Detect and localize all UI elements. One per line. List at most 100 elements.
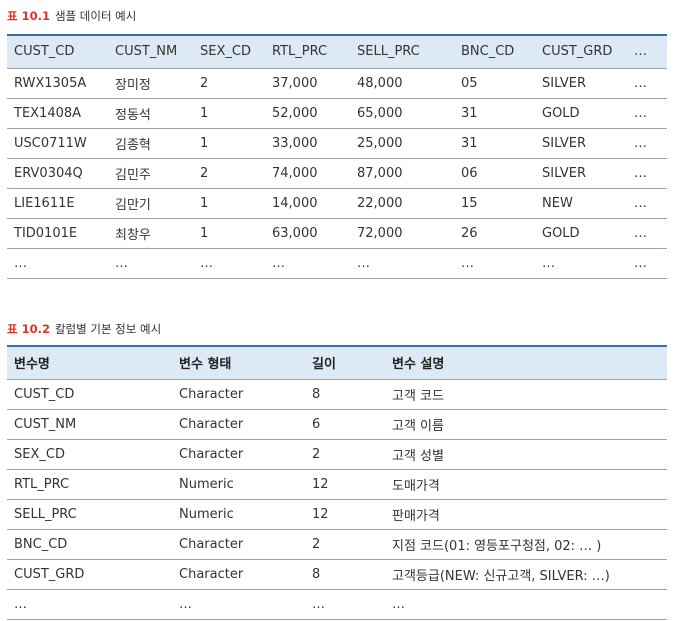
table-row: CUST_GRD Character 8 고객등급(NEW: 신규고객, SILVER…: [7, 559, 667, 589]
table-cell: …: [634, 255, 647, 271]
table-cell: …: [14, 596, 27, 612]
table-caption-1: 표 10.1 샘플 데이터 예시: [7, 8, 136, 24]
table-cell: CUST_NM: [14, 416, 77, 432]
caption-text: 칼럼별 기본 정보 예시: [54, 322, 162, 336]
table-cell: …: [634, 195, 647, 211]
table-cell: 고객 이름: [392, 418, 444, 434]
header-row: 변수명 변수 형태 길이 변수 설명: [7, 346, 667, 379]
table-cell: 87,000: [357, 165, 403, 181]
caption-number: 표 10.2: [7, 322, 50, 336]
column-header: CUST_NM: [115, 44, 178, 60]
table-cell: RWX1305A: [14, 75, 87, 91]
table-cell: 72,000: [357, 225, 403, 241]
table-cell: TID0101E: [14, 225, 78, 241]
table-cell: Character: [179, 566, 244, 582]
table-row: ……………………: [7, 248, 667, 278]
column-header: CUST_GRD: [542, 44, 613, 60]
table-cell: TEX1408A: [14, 105, 82, 121]
table-row: SEX_CD Character 2 고객 성별: [7, 439, 667, 469]
table-cell: Character: [179, 536, 244, 552]
column-info-table: 변수명 변수 형태 길이 변수 설명 CUST_CD Character 8 고객 코드 CU…: [7, 345, 667, 620]
table-cell: CUST_CD: [14, 386, 75, 402]
column-header: 변수 설명: [392, 357, 445, 373]
table-cell: 김종혁: [115, 137, 151, 153]
column-header: SELL_PRC: [357, 44, 420, 60]
table-cell: SEX_CD: [14, 446, 65, 462]
table-cell: 정동석: [115, 107, 151, 123]
table-cell: 31: [461, 135, 478, 151]
table-cell: 12: [312, 506, 329, 522]
column-header: SEX_CD: [200, 44, 251, 60]
table-row: CUST_NM Character 6 고객 이름: [7, 409, 667, 439]
table-row: RWX1305A 장미정 2 37,000 48,000 05 SILVER…: [7, 68, 667, 98]
table-cell: 1: [200, 195, 209, 211]
table-cell: 도매가격: [392, 478, 440, 494]
table-cell: USC0711W: [14, 135, 87, 151]
table-cell: …: [312, 596, 325, 612]
table-cell: 고객등급(NEW: 신규고객, SILVER: …): [392, 568, 610, 584]
table-cell: 1: [200, 135, 209, 151]
table-cell: 2: [312, 536, 321, 552]
table-cell: CUST_GRD: [14, 566, 85, 582]
table-cell: …: [357, 255, 370, 271]
table-cell: 김만기: [115, 197, 151, 213]
table-cell: 26: [461, 225, 478, 241]
table-row: TID0101E 최창우 1 63,000 72,000 26 GOLD…: [7, 218, 667, 248]
table-cell: 최창우: [115, 227, 151, 243]
table-cell: 8: [312, 566, 321, 582]
table-cell: 33,000: [272, 135, 318, 151]
table-cell: …: [634, 105, 647, 121]
table-cell: BNC_CD: [14, 536, 68, 552]
table-cell: 고객 성별: [392, 448, 444, 464]
table-cell: ERV0304Q: [14, 165, 83, 181]
header-row: CUST_CD CUST_NM SEX_CD RTL_PRC SELL_PRC BNC_C…: [7, 35, 667, 68]
column-header: RTL_PRC: [272, 44, 328, 60]
table-row: LIE1611E 김만기 1 14,000 22,000 15 NEW…: [7, 188, 667, 218]
table-cell: Numeric: [179, 476, 234, 492]
table-cell: 2: [312, 446, 321, 462]
table-cell: …: [634, 135, 647, 151]
table-cell: …: [115, 255, 128, 271]
table-cell: 1: [200, 105, 209, 121]
table-cell: Character: [179, 416, 244, 432]
table-cell: …: [634, 75, 647, 91]
table-cell: 25,000: [357, 135, 403, 151]
table-row: SELL_PRC Numeric 12 판매가격: [7, 499, 667, 529]
table-cell: 2: [200, 75, 209, 91]
table-cell: Character: [179, 446, 244, 462]
table-cell: …: [634, 225, 647, 241]
table-cell: …: [634, 165, 647, 181]
column-header: BNC_CD: [461, 44, 515, 60]
table-cell: SILVER: [542, 75, 587, 91]
table-cell: 63,000: [272, 225, 318, 241]
column-header: 길이: [312, 357, 336, 373]
table-row: ERV0304Q 김민주 2 74,000 87,000 06 SILVER…: [7, 158, 667, 188]
table-cell: 고객 코드: [392, 388, 444, 404]
column-header: CUST_CD: [14, 44, 75, 60]
table-cell: Character: [179, 386, 244, 402]
column-header: …: [634, 44, 647, 60]
table-cell: 12: [312, 476, 329, 492]
table-cell: NEW: [542, 195, 573, 211]
table-cell: Numeric: [179, 506, 234, 522]
table-cell: SELL_PRC: [14, 506, 77, 522]
table-cell: 05: [461, 75, 478, 91]
table-cell: 74,000: [272, 165, 318, 181]
table-cell: 14,000: [272, 195, 318, 211]
table-cell: GOLD: [542, 105, 580, 121]
table-cell: 6: [312, 416, 321, 432]
table-cell: SILVER: [542, 165, 587, 181]
table-cell: …: [14, 255, 27, 271]
table-row: CUST_CD Character 8 고객 코드: [7, 379, 667, 409]
table-cell: 2: [200, 165, 209, 181]
table-cell: GOLD: [542, 225, 580, 241]
column-header: 변수 형태: [179, 357, 232, 373]
table-cell: 48,000: [357, 75, 403, 91]
table-cell: 37,000: [272, 75, 318, 91]
table-cell: 8: [312, 386, 321, 402]
table-row: RTL_PRC Numeric 12 도매가격: [7, 469, 667, 499]
table-caption-2: 표 10.2 칼럼별 기본 정보 예시: [7, 321, 161, 337]
caption-text: 샘플 데이터 예시: [54, 9, 137, 23]
table-cell: …: [392, 596, 405, 612]
table-cell: 31: [461, 105, 478, 121]
